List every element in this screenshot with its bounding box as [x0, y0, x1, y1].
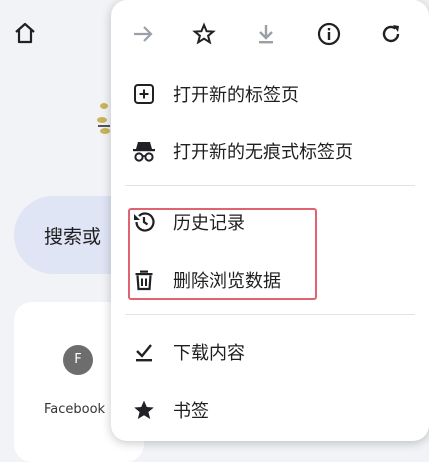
menu-divider	[125, 185, 415, 186]
star-filled-icon	[131, 397, 157, 423]
facebook-tile-label[interactable]: Facebook	[44, 402, 105, 417]
menu-divider	[125, 314, 415, 315]
info-icon[interactable]	[315, 20, 343, 48]
highlight-box	[128, 208, 317, 300]
menu-item-new-tab[interactable]: 打开新的标签页	[111, 68, 429, 120]
menu-item-new-incognito-tab[interactable]: 打开新的无痕式标签页	[111, 125, 429, 177]
search-placeholder: 搜索或	[44, 226, 102, 248]
download-icon[interactable]	[252, 20, 280, 48]
home-icon[interactable]	[12, 20, 38, 46]
forward-icon[interactable]	[129, 20, 157, 48]
menu-item-label: 打开新的无痕式标签页	[173, 142, 353, 163]
menu-toolbar	[111, 10, 429, 60]
menu-item-label: 书签	[173, 401, 209, 422]
incognito-icon	[131, 138, 157, 164]
menu-item-label: 下载内容	[173, 343, 245, 364]
facebook-avatar[interactable]: F	[63, 345, 93, 375]
menu-item-bookmarks[interactable]: 书签	[111, 384, 429, 436]
reload-icon[interactable]	[377, 20, 405, 48]
menu-item-label: 打开新的标签页	[173, 85, 299, 106]
new-tab-icon	[131, 81, 157, 107]
downloads-icon	[131, 339, 157, 365]
menu-item-downloads[interactable]: 下载内容	[111, 326, 429, 378]
star-icon[interactable]	[190, 20, 218, 48]
